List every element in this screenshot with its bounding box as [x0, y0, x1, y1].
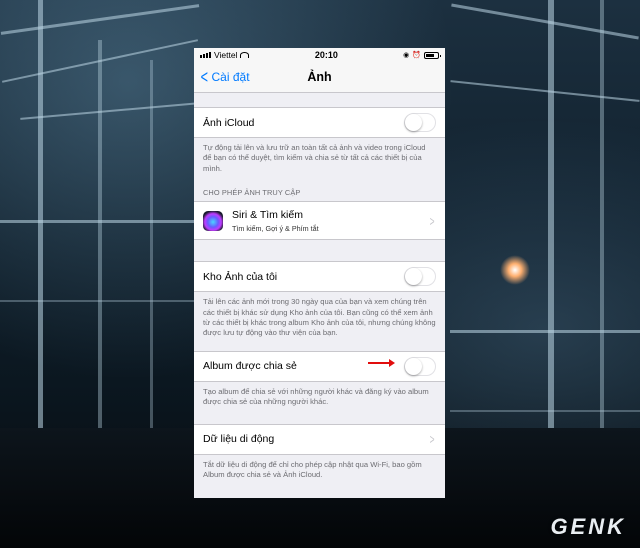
phone-screen: Viettel 20:10 ◉ ⏰ < Cài đặt Ảnh Ảnh iClo… — [194, 48, 445, 498]
shared-albums-row: Album được chia sẻ — [194, 350, 445, 382]
my-photo-stream-footer: Tải lên các ảnh mới trong 30 ngày qua củ… — [203, 297, 436, 338]
siri-icon — [203, 210, 223, 231]
wifi-icon — [240, 52, 250, 58]
alarm-icon: ⏰ — [412, 52, 421, 59]
shared-albums-toggle[interactable] — [404, 356, 436, 376]
icloud-photos-footer: Tự động tải lên và lưu trữ an toàn tất c… — [203, 143, 426, 173]
back-label: Cài đặt — [211, 70, 250, 84]
signal-icon — [200, 52, 211, 58]
section-header-access: CHO PHÉP ẢNH TRUY CẬP — [203, 188, 301, 198]
annotation-arrow — [368, 358, 395, 367]
battery-icon — [424, 51, 441, 59]
toggle-knob — [405, 114, 422, 131]
icloud-photos-label: Ảnh iCloud — [203, 116, 255, 129]
my-photo-stream-toggle[interactable] — [404, 267, 436, 287]
cellular-data-row[interactable]: Dữ liệu di động > — [194, 423, 445, 455]
my-photo-stream-row: Kho Ảnh của tôi — [194, 261, 445, 293]
watermark-logo: GENK — [550, 514, 626, 539]
chevron-right-icon: > — [429, 431, 435, 448]
shared-albums-footer: Tạo album để chia sẻ với những người khá… — [203, 386, 429, 407]
chevron-left-icon: < — [200, 67, 208, 87]
cellular-data-label: Dữ liệu di động — [203, 433, 275, 446]
siri-title: Siri & Tìm kiếm — [232, 208, 303, 221]
clock: 20:10 — [314, 50, 338, 60]
icloud-photos-row: Ảnh iCloud — [194, 107, 445, 138]
toggle-knob — [405, 357, 422, 375]
location-icon: ◉ — [403, 52, 410, 59]
siri-subtitle: Tìm kiếm, Gợi ý & Phím tắt — [232, 223, 319, 233]
siri-search-row[interactable]: Siri & Tìm kiếm Tìm kiếm, Gợi ý & Phím t… — [194, 201, 445, 241]
my-photo-stream-label: Kho Ảnh của tôi — [203, 270, 278, 283]
chevron-right-icon: > — [429, 212, 435, 229]
navigation-bar: < Cài đặt Ảnh — [194, 62, 445, 93]
icloud-photos-toggle[interactable] — [404, 113, 436, 132]
carrier-label: Viettel — [214, 50, 238, 60]
cellular-data-footer: Tắt dữ liệu di động để chỉ cho phép cập … — [203, 459, 422, 480]
status-bar: Viettel 20:10 ◉ ⏰ — [194, 48, 445, 62]
toggle-knob — [405, 268, 422, 286]
back-button[interactable]: < Cài đặt — [194, 67, 250, 87]
